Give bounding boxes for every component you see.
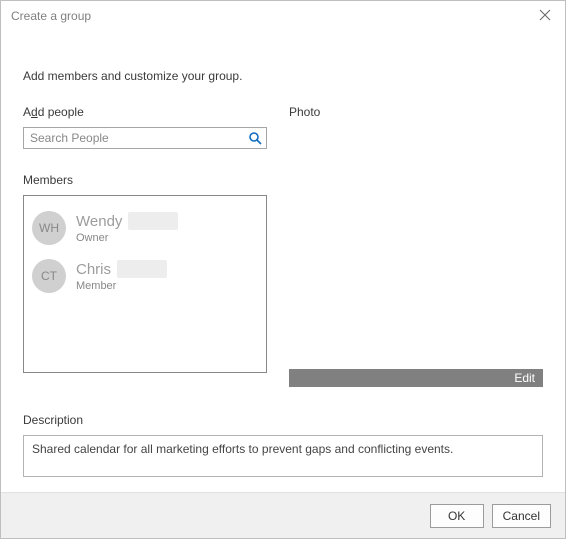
cancel-button[interactable]: Cancel bbox=[492, 504, 551, 528]
edit-photo-button[interactable]: Edit bbox=[289, 369, 543, 387]
member-row[interactable]: CT Chris Member bbox=[32, 254, 258, 298]
add-people-label: Add people bbox=[23, 105, 269, 119]
redacted-surname bbox=[128, 212, 178, 230]
member-name: Wendy bbox=[76, 213, 122, 230]
member-role: Owner bbox=[76, 232, 178, 244]
photo-label: Photo bbox=[289, 105, 543, 119]
description-input[interactable] bbox=[23, 435, 543, 477]
dialog-button-row: OK Cancel bbox=[1, 492, 565, 538]
members-list[interactable]: WH Wendy Owner CT bbox=[23, 195, 267, 373]
member-row[interactable]: WH Wendy Owner bbox=[32, 206, 258, 250]
description-label: Description bbox=[23, 413, 543, 427]
edit-photo-label: Edit bbox=[514, 371, 535, 385]
redacted-surname bbox=[117, 260, 167, 278]
titlebar: Create a group bbox=[1, 1, 565, 31]
member-role: Member bbox=[76, 280, 167, 292]
search-people-input[interactable] bbox=[23, 127, 267, 149]
members-label: Members bbox=[23, 173, 269, 187]
create-group-dialog: Create a group Add members and customize… bbox=[0, 0, 566, 539]
avatar: CT bbox=[32, 259, 66, 293]
dialog-title: Create a group bbox=[11, 9, 91, 23]
close-button[interactable] bbox=[533, 4, 557, 28]
member-name: Chris bbox=[76, 261, 111, 278]
photo-area: Edit bbox=[289, 127, 543, 387]
search-icon[interactable] bbox=[247, 130, 263, 146]
instruction-text: Add members and customize your group. bbox=[23, 69, 543, 83]
close-icon bbox=[539, 8, 551, 24]
avatar: WH bbox=[32, 211, 66, 245]
dialog-content: Add members and customize your group. Ad… bbox=[1, 31, 565, 492]
ok-button[interactable]: OK bbox=[430, 504, 484, 528]
